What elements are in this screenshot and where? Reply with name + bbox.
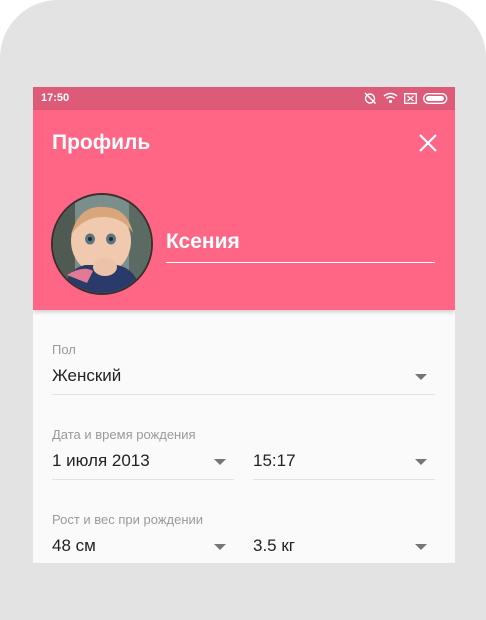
measures-label: Рост и вес при рождении: [52, 512, 204, 527]
weight-value: 3.5 кг: [253, 536, 295, 555]
caret-down-icon: [214, 544, 226, 550]
caret-down-icon: [415, 374, 427, 380]
height-select[interactable]: 48 см: [52, 530, 234, 563]
status-icons: [363, 91, 449, 105]
name-field[interactable]: [166, 224, 435, 263]
caret-down-icon: [415, 544, 427, 550]
status-bar: 17:50: [33, 87, 455, 110]
wifi-icon: [383, 92, 398, 104]
gender-label: Пол: [52, 342, 76, 357]
gender-select[interactable]: Женский: [52, 360, 435, 395]
battery-icon: [423, 92, 449, 104]
app-screen: 17:50 Профиль Ксения Пол Женский Дата и …: [33, 87, 455, 563]
caret-down-icon: [415, 459, 427, 465]
status-time: 17:50: [41, 92, 70, 104]
profile-header: Профиль: [33, 110, 455, 310]
height-value: 48 см: [52, 536, 96, 555]
birth-label: Дата и время рождения: [52, 427, 196, 442]
weight-select[interactable]: 3.5 кг: [253, 530, 435, 563]
avatar[interactable]: [51, 193, 153, 295]
birth-time-value: 15:17: [253, 451, 296, 470]
birth-time-select[interactable]: 15:17: [253, 445, 435, 480]
alarm-off-icon: [363, 91, 377, 105]
close-icon: [419, 134, 437, 152]
caret-down-icon: [214, 459, 226, 465]
page-title: Профиль: [52, 131, 151, 154]
gender-value: Женский: [52, 366, 122, 385]
close-button[interactable]: [417, 132, 439, 154]
name-input[interactable]: [166, 227, 435, 257]
avatar-photo: [53, 195, 151, 293]
birth-date-select[interactable]: 1 июля 2013: [52, 445, 234, 480]
sim-icon: [404, 92, 417, 104]
birth-date-value: 1 июля 2013: [52, 451, 150, 470]
